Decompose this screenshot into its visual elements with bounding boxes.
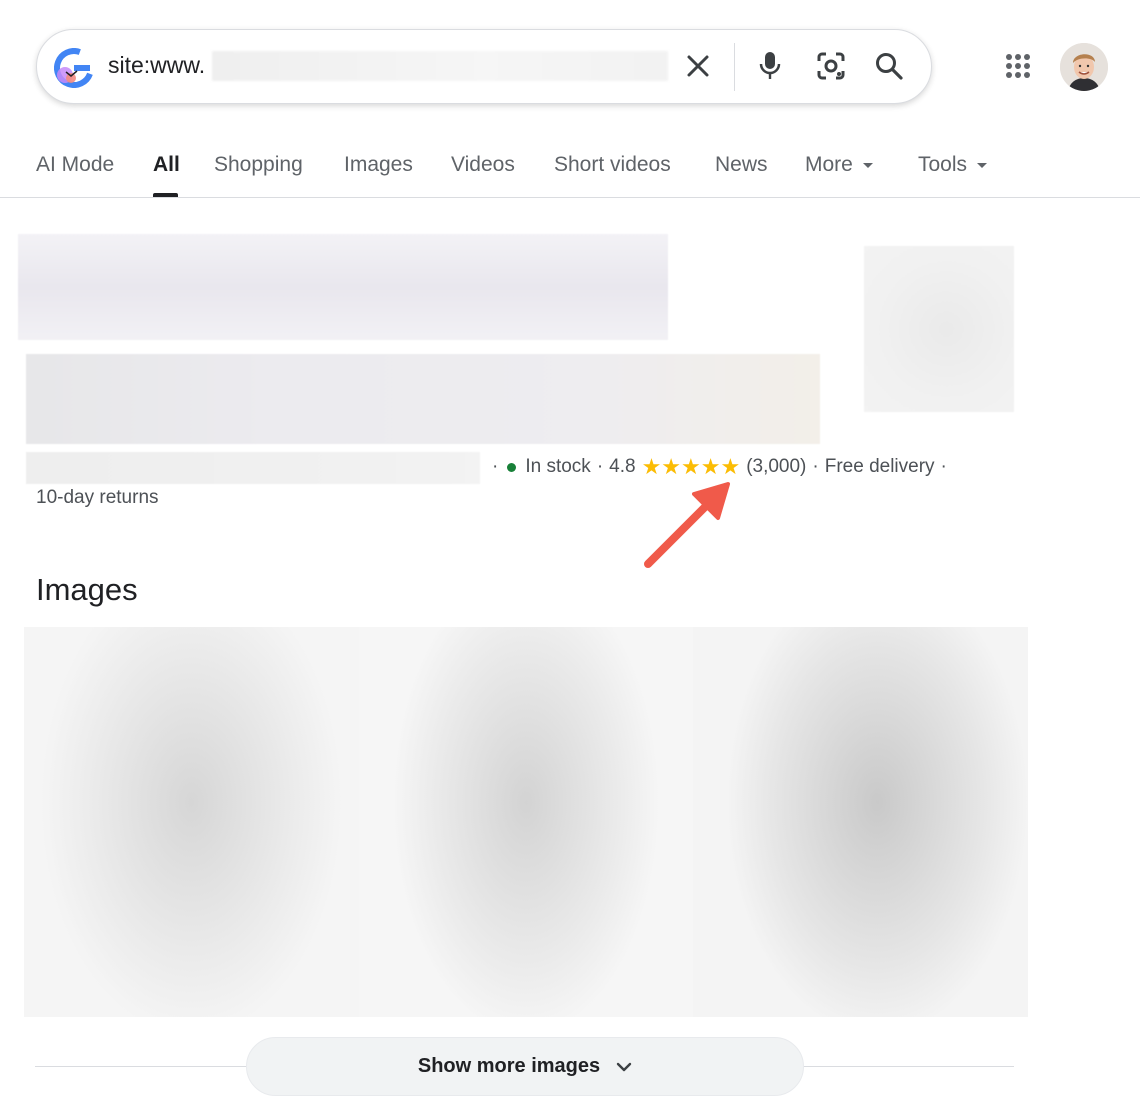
tab-ai-mode[interactable]: AI Mode [36,153,114,177]
separator: · [812,456,819,477]
tab-label: All [153,153,180,176]
annotation-arrow-icon [636,476,736,572]
stock-status: In stock [525,456,591,477]
tab-label: Tools [918,153,968,176]
image-result[interactable] [358,627,694,1017]
tab-label: Images [344,153,413,176]
tab-shopping[interactable]: Shopping [214,153,303,177]
voice-search-button[interactable] [750,46,790,90]
redacted-result-thumbnail[interactable] [864,246,1014,412]
separator: · [492,456,499,477]
redacted-result-price [26,452,480,484]
show-more-images-button[interactable]: Show more images [246,1037,804,1096]
search-input[interactable]: site:www. [108,52,205,79]
search-button[interactable] [868,46,910,90]
search-bar-divider [734,43,735,91]
tab-news[interactable]: News [715,153,768,177]
images-grid [24,627,1029,1017]
images-section-heading: Images [36,572,138,607]
microphone-icon [758,50,782,87]
tab-label: News [715,153,768,176]
close-icon [685,53,711,84]
tab-videos[interactable]: Videos [451,153,515,177]
search-tabs: AI Mode All Shopping Images Videos Short… [0,140,1140,198]
tab-more[interactable]: More [805,153,873,177]
tab-label: Videos [451,153,515,176]
tab-tools[interactable]: Tools [918,153,988,177]
image-search-button[interactable] [810,46,852,90]
tab-label: Short videos [554,153,671,176]
active-tab-indicator [153,193,178,197]
camera-lens-icon [816,51,846,86]
tab-label: AI Mode [36,153,115,176]
tab-label: More [805,153,853,176]
search-icon [874,51,904,86]
redacted-query-text [212,51,668,81]
delivery-info: Free delivery [824,456,935,477]
tab-label: Shopping [214,153,303,176]
tab-images[interactable]: Images [344,153,413,177]
chevron-down-icon [616,1055,632,1078]
google-g-icon[interactable] [54,48,94,88]
review-count: (3,000) [746,456,807,477]
tab-short-videos[interactable]: Short videos [554,153,671,177]
clear-search-button[interactable] [678,48,718,88]
account-avatar[interactable] [1060,43,1108,91]
separator: · [596,456,604,477]
apps-grid-icon [1005,53,1031,84]
in-stock-dot-icon [507,462,517,472]
caret-down-icon [862,162,873,168]
returns-info: 10-day returns [36,487,159,508]
redacted-result-snippet [26,354,820,444]
rating-value: 4.8 [609,456,636,477]
tab-all[interactable]: All [153,153,180,177]
google-apps-button[interactable] [998,46,1038,90]
separator: · [940,456,947,477]
caret-down-icon [977,162,988,168]
image-result[interactable] [24,627,359,1017]
redacted-result-title[interactable] [18,234,668,340]
image-result[interactable] [693,627,1029,1017]
show-more-label: Show more images [417,1055,601,1077]
